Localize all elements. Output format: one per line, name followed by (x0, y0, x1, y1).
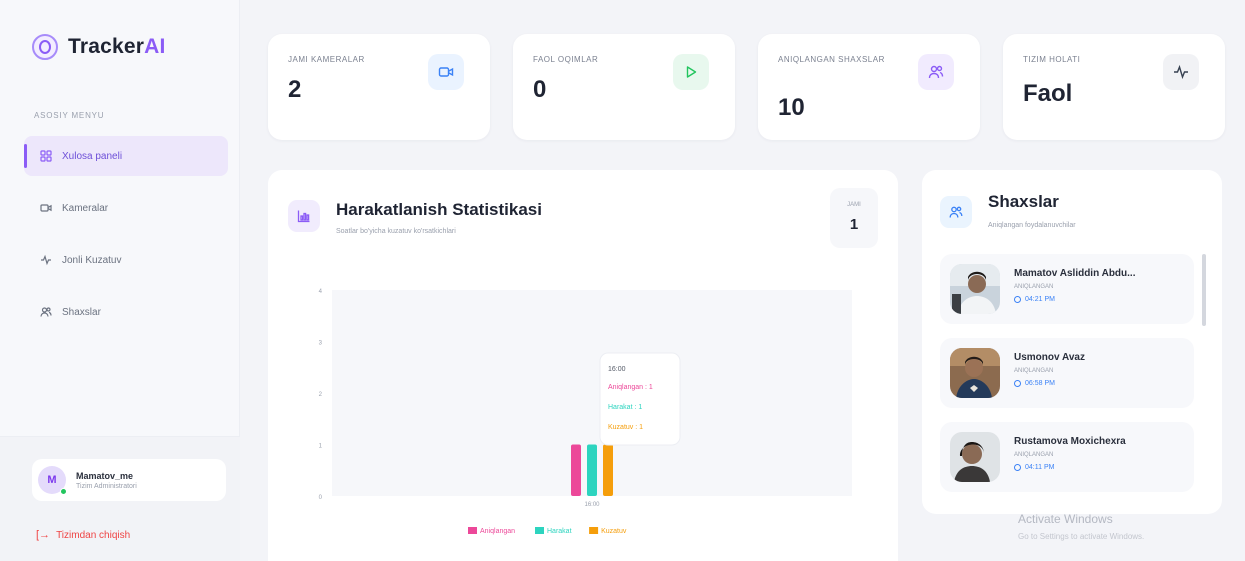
users-icon (940, 196, 972, 228)
avatar: M (38, 466, 67, 495)
people-card: Shaxslar Aniqlangan foydalanuvchilar Mam… (922, 170, 1222, 514)
movement-bar-chart: 0 1 2 3 4 16:00 16:00 Aniqlangan : 1 Harakat : 1… (319, 289, 852, 535)
stat-value: 10 (778, 94, 805, 121)
person-name: Mamatov Asliddin Abdu... (1014, 268, 1136, 279)
sidebar-item-cameras[interactable]: Kameralar (24, 188, 228, 228)
stat-value: 0 (533, 76, 547, 103)
person-list-item[interactable]: Mamatov Asliddin Abdu... ANIQLANGAN 04:2… (940, 254, 1194, 324)
pulse-icon (41, 254, 51, 266)
person-status: ANIQLANGAN (1014, 368, 1054, 374)
sidebar-footer: M Mamatov_me Tizim Administratori [→ Tiz… (0, 436, 240, 561)
pulse-icon (1163, 54, 1199, 90)
sidebar-item-label: Xulosa paneli (62, 150, 123, 162)
activation-watermark-title: Activate Windows (1018, 512, 1113, 526)
sidebar-item-live[interactable]: Jonli Kuzatuv (24, 240, 228, 280)
person-photo (950, 348, 1000, 398)
stat-card-system-status: TIZIM HOLATI Faol (1003, 34, 1225, 140)
brand-icon (32, 34, 58, 60)
person-list-item[interactable]: Usmonov Avaz ANIQLANGAN 06:58 PM (940, 338, 1194, 408)
y-tick-label: 2 (319, 392, 323, 398)
person-name: Rustamova Moxichexra (1014, 436, 1126, 447)
bar-harakat (587, 444, 597, 496)
logout-icon: [→ (36, 529, 51, 541)
person-photo (950, 264, 1000, 314)
people-title: Shaxslar (988, 192, 1059, 211)
brand-name: TrackerAI (68, 35, 166, 58)
users-icon (918, 54, 954, 90)
person-time: 04:21 PM (1014, 296, 1055, 303)
y-tick-label: 1 (319, 444, 323, 450)
people-subtitle: Aniqlangan foydalanuvchilar (988, 222, 1076, 229)
tooltip-line: Kuzatuv : 1 (608, 424, 643, 431)
users-icon (40, 307, 52, 317)
sidebar: TrackerAI ASOSIY MENYU Xulosa paneli Kam… (0, 0, 240, 561)
bar-kuzatuv (603, 444, 613, 496)
sidebar-item-dashboard[interactable]: Xulosa paneli (24, 136, 228, 176)
legend-swatch (535, 527, 544, 534)
y-tick-label: 0 (319, 495, 323, 501)
legend-label: Aniqlangan (480, 528, 515, 535)
camera-icon (428, 54, 464, 90)
logout-button[interactable]: [→ Tizimdan chiqish (36, 529, 130, 541)
stat-card-people: ANIQLANGAN SHAXSLAR 10 (758, 34, 980, 140)
legend-label: Kuzatuv (601, 528, 627, 535)
stat-label: TIZIM HOLATI (1023, 55, 1081, 64)
user-role: Tizim Administratori (76, 482, 137, 490)
sidebar-item-label: Shaxslar (62, 306, 101, 318)
person-status: ANIQLANGAN (1014, 452, 1054, 458)
sidebar-item-label: Jonli Kuzatuv (62, 254, 122, 266)
legend-swatch (468, 527, 477, 534)
tooltip-line: Aniqlangan : 1 (608, 384, 653, 391)
people-list-scrollbar[interactable] (1202, 254, 1206, 326)
tooltip-title: 16:00 (608, 366, 626, 373)
x-tick-label: 16:00 (584, 502, 600, 508)
clock-icon (1014, 464, 1021, 471)
legend-swatch (589, 527, 599, 534)
person-list-item[interactable]: Rustamova Moxichexra ANIQLANGAN 04:11 PM (940, 422, 1194, 492)
clock-icon (1014, 296, 1021, 303)
tooltip-line: Harakat : 1 (608, 404, 642, 411)
stat-label: ANIQLANGAN SHAXSLAR (778, 55, 885, 64)
stat-value: 2 (288, 76, 302, 103)
brand-logo[interactable]: TrackerAI (32, 34, 166, 60)
user-name: Mamatov_me (76, 470, 134, 481)
stat-label: JAMI KAMERALAR (288, 55, 365, 64)
sidebar-item-people[interactable]: Shaxslar (24, 292, 228, 332)
legend-label: Harakat (547, 528, 572, 535)
stat-card-cameras: JAMI KAMERALAR 2 (268, 34, 490, 140)
sidebar-nav: Xulosa paneli Kameralar Jonli Kuzatuv Sh… (24, 136, 228, 344)
stat-value: Faol (1023, 80, 1073, 107)
person-status: ANIQLANGAN (1014, 284, 1054, 290)
stat-label: FAOL OQIMLAR (533, 55, 599, 64)
y-tick-label: 4 (319, 289, 323, 295)
online-status-dot (60, 488, 67, 495)
sidebar-item-label: Kameralar (62, 202, 109, 214)
camera-icon (40, 204, 52, 212)
clock-icon (1014, 380, 1021, 387)
logout-label: Tizimdan chiqish (56, 529, 131, 541)
bar-aniqlangan (571, 444, 581, 496)
dashboard-grid-icon (40, 150, 52, 162)
person-name: Usmonov Avaz (1014, 352, 1085, 363)
movement-stats-card: Harakatlanish Statistikasi Soatlar bo'yi… (268, 170, 898, 561)
stat-card-streams: FAOL OQIMLAR 0 (513, 34, 735, 140)
menu-section-label: ASOSIY MENYU (34, 111, 105, 120)
y-tick-label: 3 (319, 341, 323, 347)
activation-watermark-subtitle: Go to Settings to activate Windows. (1018, 532, 1145, 541)
play-icon (673, 54, 709, 90)
user-profile-card[interactable]: M Mamatov_me Tizim Administratori (32, 459, 226, 501)
person-photo (950, 432, 1000, 482)
person-time: 06:58 PM (1014, 380, 1055, 387)
person-time: 04:11 PM (1014, 464, 1054, 471)
